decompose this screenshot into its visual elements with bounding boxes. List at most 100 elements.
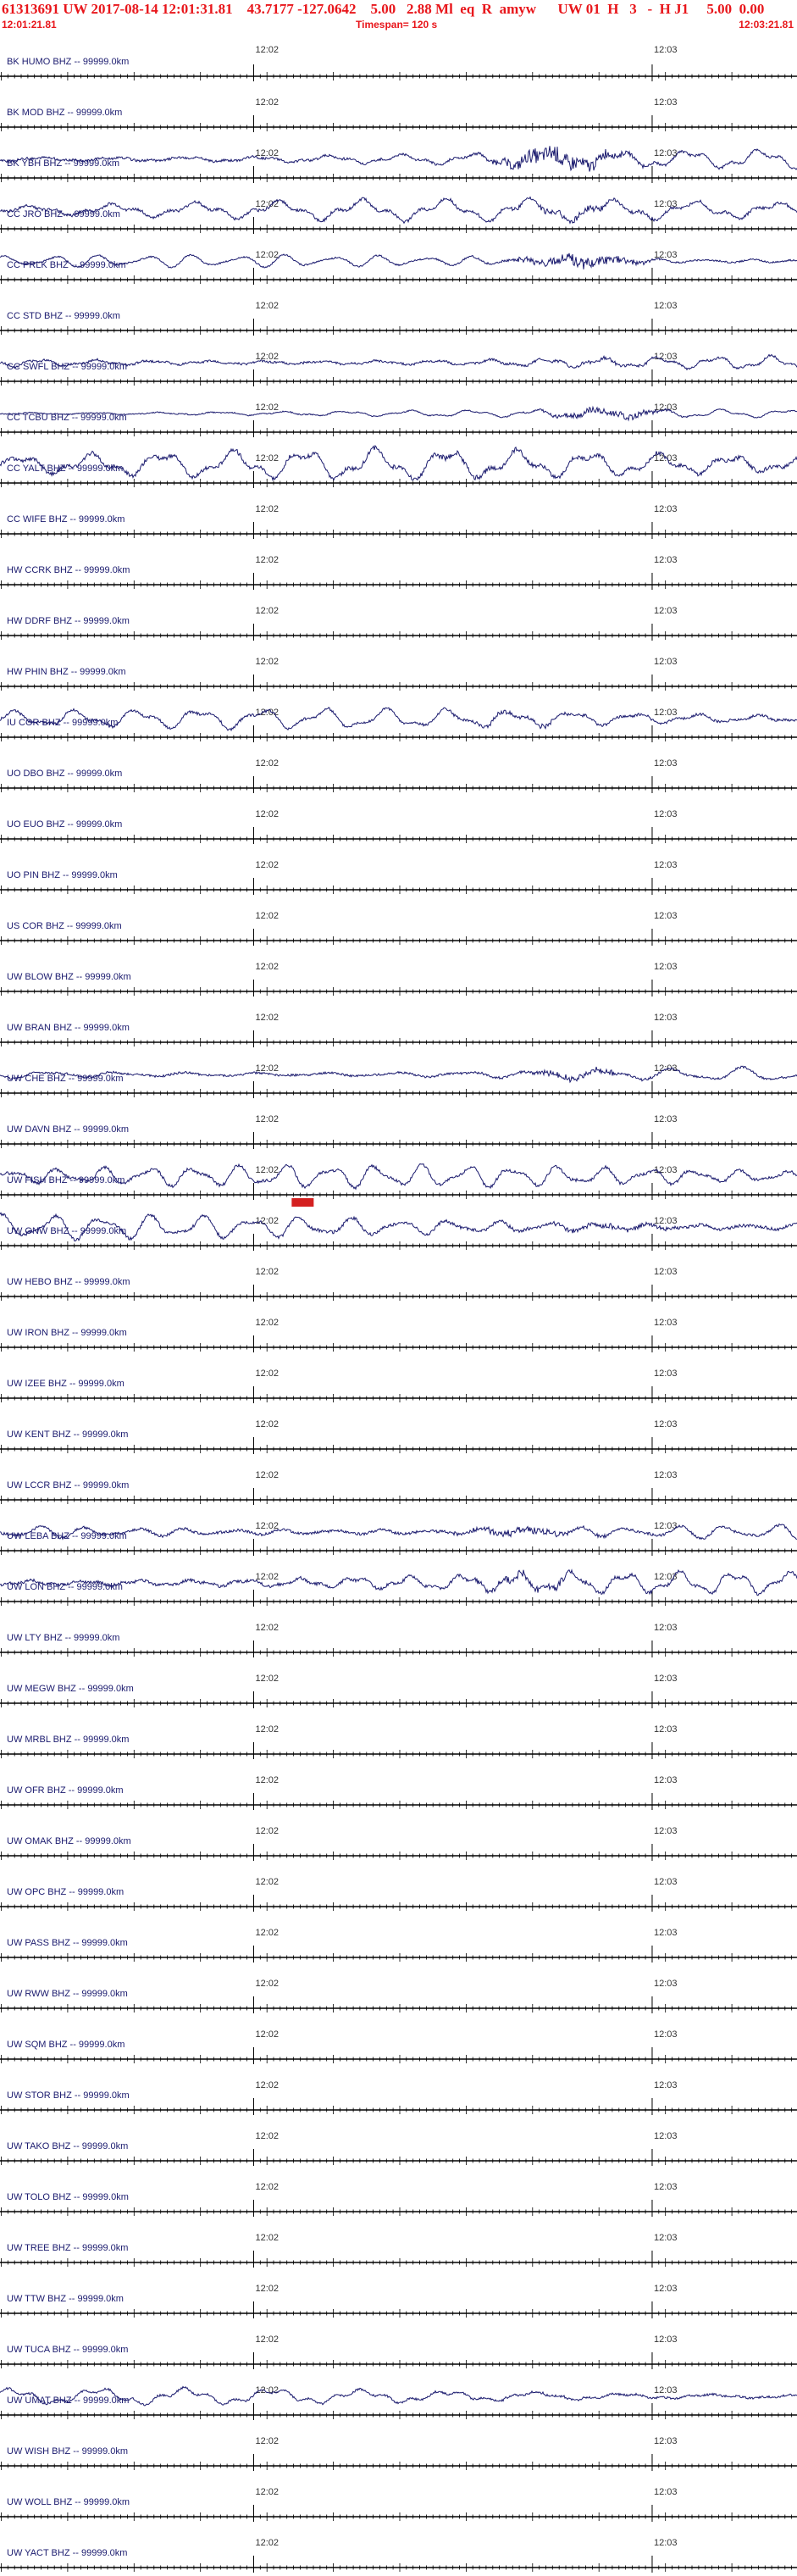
minute-tick-label: 12:02 bbox=[255, 504, 279, 514]
minute-tick-label: 12:03 bbox=[654, 1419, 678, 1430]
minute-tick-label: 12:03 bbox=[654, 97, 678, 108]
minute-tick-label: 12:03 bbox=[654, 1267, 678, 1277]
station-label: UW TOLO BHZ -- 99999.0km bbox=[7, 2192, 129, 2202]
station-label: UW OFR BHZ -- 99999.0km bbox=[7, 1785, 124, 1796]
station-label: HW PHIN BHZ -- 99999.0km bbox=[7, 667, 126, 677]
minute-tick-label: 12:03 bbox=[654, 1013, 678, 1023]
station-label: UW MRBL BHZ -- 99999.0km bbox=[7, 1735, 129, 1745]
minute-tick-label: 12:03 bbox=[654, 606, 678, 616]
minute-tick-label: 12:03 bbox=[654, 911, 678, 921]
minute-tick-label: 12:02 bbox=[255, 860, 279, 870]
station-label: UO EUO BHZ -- 99999.0km bbox=[7, 819, 122, 830]
station-label: UW LEBA BHZ -- 99999.0km bbox=[7, 1531, 127, 1541]
minute-tick-label: 12:02 bbox=[255, 1318, 279, 1328]
minute-tick-label: 12:02 bbox=[255, 1165, 279, 1175]
minute-tick-label: 12:03 bbox=[654, 2538, 678, 2548]
minute-tick-label: 12:03 bbox=[654, 1775, 678, 1785]
station-label: CC WIFE BHZ -- 99999.0km bbox=[7, 514, 125, 525]
station-label: UW TTW BHZ -- 99999.0km bbox=[7, 2294, 124, 2304]
minute-tick-label: 12:02 bbox=[255, 1623, 279, 1633]
minute-tick-label: 12:03 bbox=[654, 1928, 678, 1938]
minute-tick-label: 12:02 bbox=[255, 2182, 279, 2192]
minute-tick-label: 12:03 bbox=[654, 2436, 678, 2446]
station-label: UW SQM BHZ -- 99999.0km bbox=[7, 2040, 125, 2050]
minute-tick-label: 12:02 bbox=[255, 2233, 279, 2243]
station-label: UW WISH BHZ -- 99999.0km bbox=[7, 2446, 128, 2457]
minute-tick-label: 12:03 bbox=[654, 2487, 678, 2497]
minute-tick-label: 12:03 bbox=[654, 758, 678, 769]
minute-tick-label: 12:02 bbox=[255, 2487, 279, 2497]
minute-tick-label: 12:02 bbox=[255, 1013, 279, 1023]
minute-tick-label: 12:02 bbox=[255, 2029, 279, 2040]
station-label: BK YBH BHZ -- 99999.0km bbox=[7, 158, 119, 169]
station-label: UW GNW BHZ -- 99999.0km bbox=[7, 1226, 126, 1236]
minute-tick-label: 12:02 bbox=[255, 1928, 279, 1938]
minute-tick-label: 12:03 bbox=[654, 809, 678, 819]
station-label: CC TCBU BHZ -- 99999.0km bbox=[7, 413, 127, 423]
station-label: UW YACT BHZ -- 99999.0km bbox=[7, 2548, 127, 2558]
minute-tick-label: 12:02 bbox=[255, 2131, 279, 2141]
phase-pick-marker bbox=[291, 1198, 314, 1207]
minute-tick-label: 12:03 bbox=[654, 1826, 678, 1836]
station-label: US COR BHZ -- 99999.0km bbox=[7, 921, 122, 931]
minute-tick-label: 12:03 bbox=[654, 45, 678, 55]
minute-tick-label: 12:03 bbox=[654, 1674, 678, 1684]
station-label: UW MEGW BHZ -- 99999.0km bbox=[7, 1684, 134, 1694]
minute-tick-label: 12:03 bbox=[654, 2029, 678, 2040]
minute-tick-label: 12:02 bbox=[255, 45, 279, 55]
minute-tick-label: 12:03 bbox=[654, 555, 678, 565]
station-label: CC JRO BHZ -- 99999.0km bbox=[7, 209, 120, 219]
station-label: UW WOLL BHZ -- 99999.0km bbox=[7, 2497, 130, 2507]
station-label: UW IZEE BHZ -- 99999.0km bbox=[7, 1379, 125, 1389]
minute-tick-label: 12:03 bbox=[654, 1623, 678, 1633]
minute-tick-label: 12:02 bbox=[255, 1368, 279, 1379]
minute-tick-label: 12:02 bbox=[255, 1521, 279, 1531]
station-label: UW UMAT BHZ -- 99999.0km bbox=[7, 2396, 129, 2406]
station-label: UW STOR BHZ -- 99999.0km bbox=[7, 2090, 130, 2101]
minute-tick-label: 12:02 bbox=[255, 1419, 279, 1430]
minute-tick-label: 12:03 bbox=[654, 504, 678, 514]
minute-tick-label: 12:02 bbox=[255, 555, 279, 565]
station-label: CC PRLK BHZ -- 99999.0km bbox=[7, 260, 126, 270]
minute-tick-label: 12:03 bbox=[654, 1114, 678, 1124]
station-label: BK HUMO BHZ -- 99999.0km bbox=[7, 57, 129, 67]
minute-tick-label: 12:02 bbox=[255, 352, 279, 362]
minute-tick-label: 12:03 bbox=[654, 708, 678, 718]
minute-tick-label: 12:02 bbox=[255, 453, 279, 464]
minute-tick-label: 12:02 bbox=[255, 250, 279, 260]
minute-tick-label: 12:02 bbox=[255, 1674, 279, 1684]
minute-tick-label: 12:02 bbox=[255, 2080, 279, 2090]
minute-tick-label: 12:03 bbox=[654, 301, 678, 311]
minute-tick-label: 12:03 bbox=[654, 2131, 678, 2141]
station-label: IU COR BHZ -- 99999.0km bbox=[7, 718, 118, 728]
station-label: UW BLOW BHZ -- 99999.0km bbox=[7, 972, 131, 982]
minute-tick-label: 12:02 bbox=[255, 2436, 279, 2446]
minute-tick-label: 12:03 bbox=[654, 2385, 678, 2396]
minute-tick-label: 12:03 bbox=[654, 1724, 678, 1735]
station-label: UW LCCR BHZ -- 99999.0km bbox=[7, 1480, 129, 1491]
station-label: UO PIN BHZ -- 99999.0km bbox=[7, 870, 118, 880]
station-label: HW CCRK BHZ -- 99999.0km bbox=[7, 565, 130, 575]
minute-tick-label: 12:02 bbox=[255, 1979, 279, 1989]
minute-tick-label: 12:02 bbox=[255, 809, 279, 819]
minute-tick-label: 12:03 bbox=[654, 402, 678, 413]
station-label: UW TAKO BHZ -- 99999.0km bbox=[7, 2141, 128, 2151]
minute-tick-label: 12:02 bbox=[255, 2284, 279, 2294]
minute-tick-label: 12:02 bbox=[255, 1114, 279, 1124]
minute-tick-label: 12:02 bbox=[255, 2538, 279, 2548]
minute-tick-label: 12:02 bbox=[255, 1775, 279, 1785]
minute-tick-label: 12:02 bbox=[255, 1216, 279, 1226]
minute-tick-label: 12:03 bbox=[654, 1216, 678, 1226]
minute-tick-label: 12:02 bbox=[255, 758, 279, 769]
minute-tick-label: 12:03 bbox=[654, 657, 678, 667]
minute-tick-label: 12:02 bbox=[255, 1724, 279, 1735]
station-label: UW OPC BHZ -- 99999.0km bbox=[7, 1887, 124, 1897]
station-label: UW IRON BHZ -- 99999.0km bbox=[7, 1328, 127, 1338]
waveform-trace bbox=[0, 146, 797, 172]
minute-tick-label: 12:02 bbox=[255, 402, 279, 413]
station-label: CC YALT BHZ -- 99999.0km bbox=[7, 464, 123, 474]
minute-tick-label: 12:03 bbox=[654, 2334, 678, 2345]
station-label: UW LON BHZ -- 99999.0km bbox=[7, 1582, 123, 1592]
station-label: UW OMAK BHZ -- 99999.0km bbox=[7, 1836, 131, 1846]
seismogram-plot: 12:02 12:03 BK HUMO BHZ -- 99999.0km 12:02 1… bbox=[0, 45, 797, 2573]
